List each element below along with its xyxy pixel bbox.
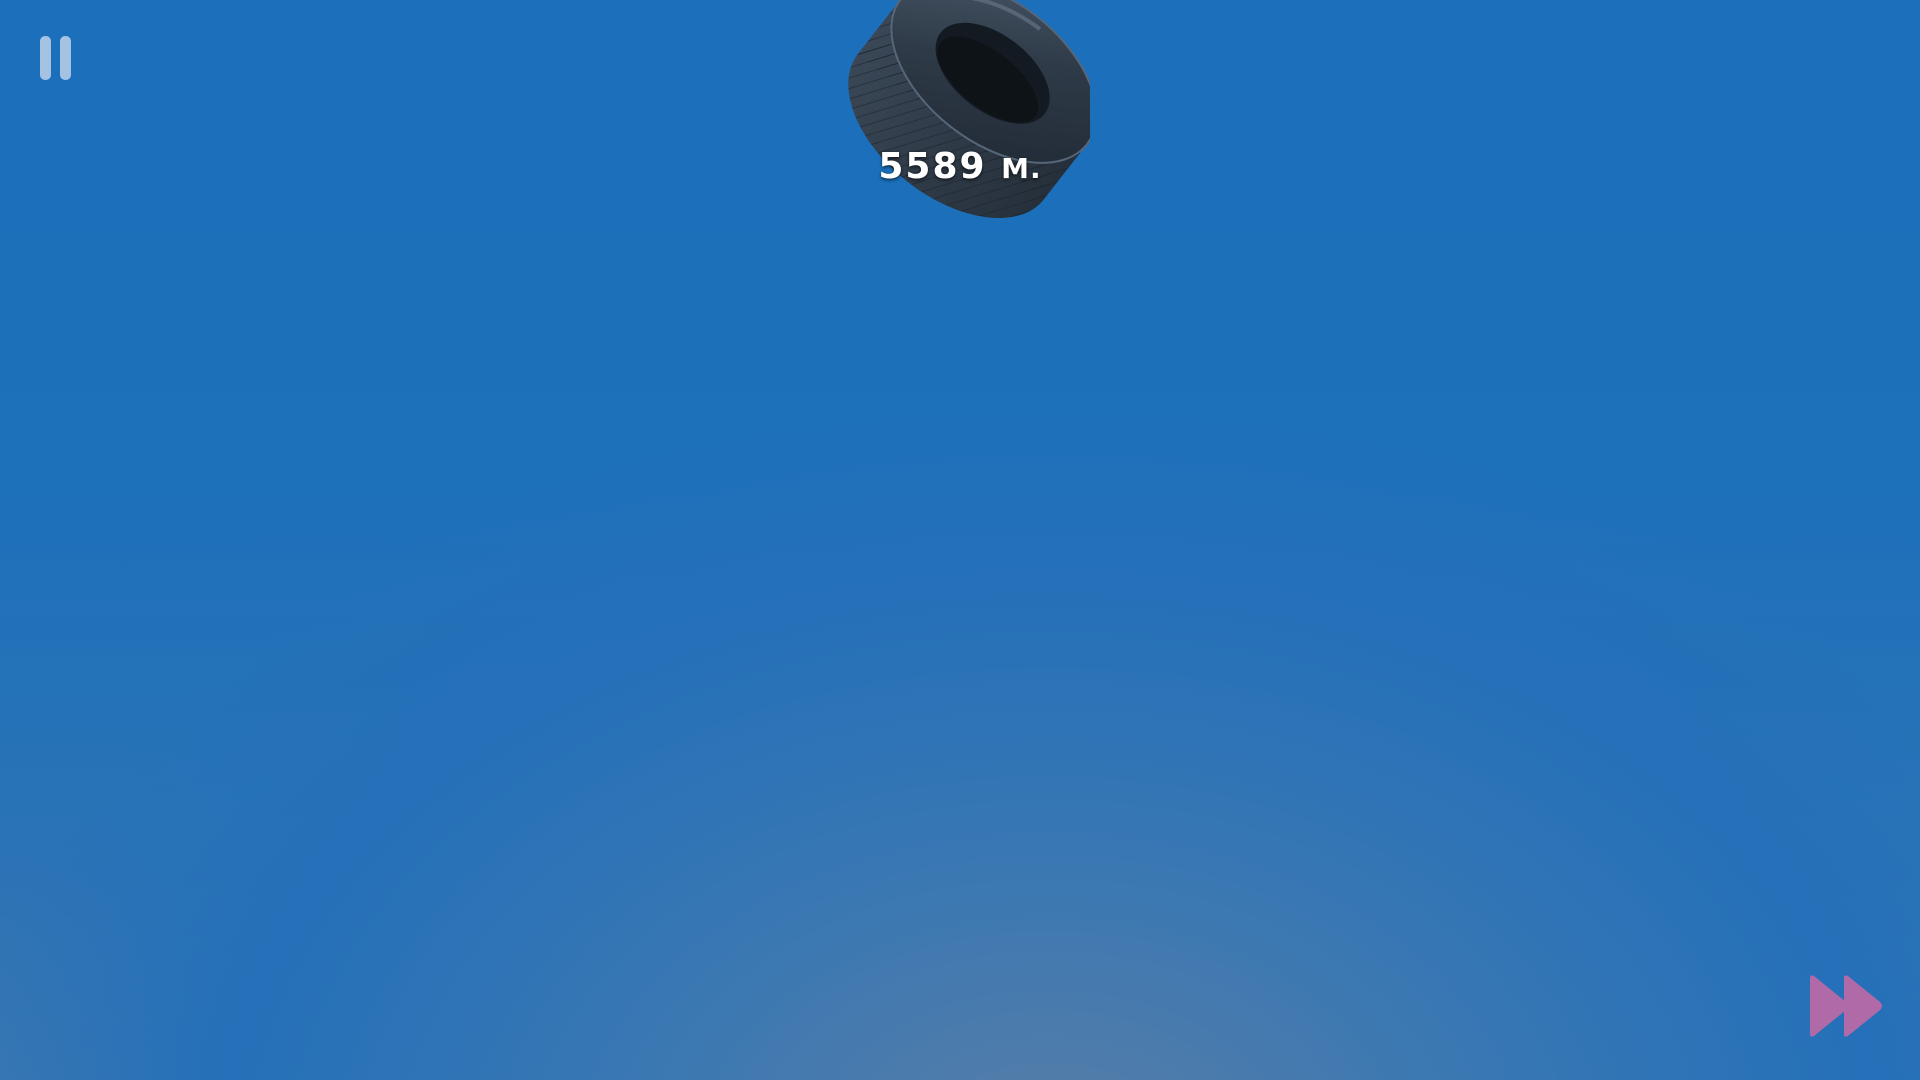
pause-icon-bar-left: [40, 36, 51, 80]
pause-button[interactable]: [36, 34, 80, 86]
distance-counter: 5589 М.: [760, 146, 1160, 187]
pause-icon-bar-right: [60, 36, 71, 80]
game-scene-sky: 5589 М.: [0, 0, 1920, 1080]
fast-forward-icon: [1810, 975, 1882, 1037]
tire-object: [848, 0, 1090, 219]
distance-value: 5589: [878, 146, 987, 187]
fast-forward-button[interactable]: [1806, 974, 1886, 1038]
distance-unit: М.: [1001, 152, 1042, 185]
